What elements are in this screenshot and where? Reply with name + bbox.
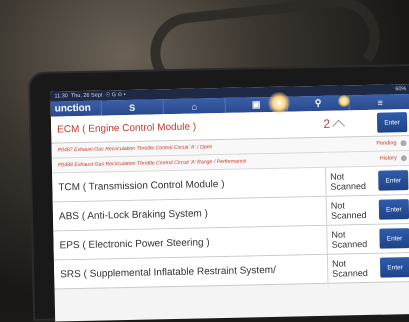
gear-icon[interactable] [400,155,407,162]
scan-status: Not Scanned [326,253,377,283]
fault-count: 2 [323,116,331,131]
dtc-state: Pending [376,140,397,147]
system-name: ABS ( Anti-Lock Braking System ) [58,207,209,222]
scan-status: Not Scanned [325,166,375,196]
scan-status: Not Scanned [326,224,376,254]
enter-button[interactable]: Enter [379,228,409,249]
home-icon[interactable]: ⌂ [162,97,225,115]
system-name: EPS ( Electronic Power Steering ) [59,236,210,251]
enter-button[interactable]: Enter [379,257,409,278]
nav-s-button[interactable]: S [100,99,163,116]
dtc-text: P0488 Exhaust Gas Recirculation Throttle… [57,158,247,169]
dtc-text: P0487 Exhaust Gas Recirculation Throttle… [57,144,213,154]
light-glare [338,95,350,107]
light-glare [268,92,290,114]
status-indicators: ☉ G ⊙ • [105,92,126,99]
tablet-device: 11:30 Thu, 26 Sept ☉ G ⊙ • 60% unction S… [30,66,409,322]
chevron-up-icon[interactable] [332,119,346,132]
enter-button[interactable]: Enter [378,199,409,220]
tablet-screen: 11:30 Thu, 26 Sept ☉ G ⊙ • 60% unction S… [50,84,409,322]
enter-button[interactable]: Enter [376,112,408,133]
scan-status: Not Scanned [325,195,376,225]
enter-button[interactable]: Enter [378,170,409,191]
menu-icon[interactable]: ≡ [348,94,409,111]
status-date: Thu, 26 Sept [70,92,103,100]
battery-label: 60% [395,86,407,93]
system-name: ECM ( Engine Control Module ) [57,121,197,135]
dtc-state: History [379,155,397,162]
status-time: 11:30 [54,93,68,100]
system-name: TCM ( Transmission Control Module ) [58,178,225,193]
system-name: SRS ( Supplemental Inflatable Restraint … [60,264,276,280]
nav-title: unction [54,102,91,115]
gear-icon[interactable] [400,140,407,147]
system-row-srs[interactable]: SRS ( Supplemental Inflatable Restraint … [53,253,409,290]
